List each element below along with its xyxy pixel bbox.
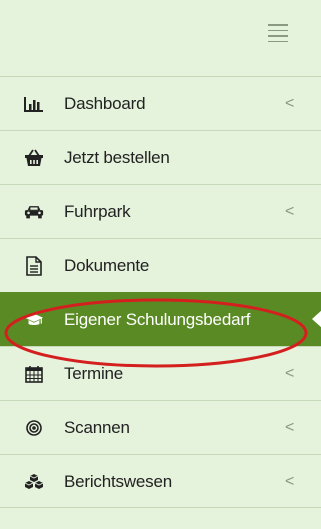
chevron-left-icon: < — [285, 95, 295, 112]
sidebar-item-dashboard[interactable]: Dashboard < — [0, 76, 321, 130]
sidebar-item-label: Scannen — [64, 418, 130, 437]
sidebar: Dashboard < Jetzt bestellen Fuhrpark < D… — [0, 0, 321, 529]
sidebar-item-label: Eigener Schulungsbedarf — [64, 310, 251, 329]
sidebar-item-label: Dashboard — [64, 94, 146, 113]
sidebar-item-dokumente[interactable]: Dokumente — [0, 238, 321, 292]
document-icon — [24, 256, 44, 276]
sidebar-item-label: Berichtswesen — [64, 472, 172, 491]
basket-icon — [24, 148, 44, 168]
sidebar-item-label: Fuhrpark — [64, 202, 131, 221]
sidebar-item-scannen[interactable]: Scannen < — [0, 400, 321, 454]
calendar-icon — [24, 364, 44, 384]
target-icon — [24, 418, 44, 438]
active-indicator — [312, 310, 321, 328]
chevron-left-icon: < — [285, 419, 295, 436]
car-icon — [24, 202, 44, 222]
chevron-left-icon: < — [285, 365, 295, 382]
sidebar-item-label: Termine — [64, 364, 124, 383]
sidebar-menu: Dashboard < Jetzt bestellen Fuhrpark < D… — [0, 76, 321, 508]
sidebar-item-jetzt-bestellen[interactable]: Jetzt bestellen — [0, 130, 321, 184]
sidebar-header — [0, 0, 321, 76]
sidebar-item-label: Dokumente — [64, 256, 150, 275]
sidebar-item-label: Jetzt bestellen — [64, 148, 170, 167]
chevron-left-icon: < — [285, 203, 295, 220]
sidebar-item-fuhrpark[interactable]: Fuhrpark < — [0, 184, 321, 238]
bar-chart-icon — [24, 94, 44, 114]
cubes-icon — [24, 472, 44, 492]
sidebar-item-termine[interactable]: Termine < — [0, 346, 321, 400]
sidebar-item-eigener-schulungsbedarf[interactable]: Eigener Schulungsbedarf — [0, 292, 321, 346]
chevron-left-icon: < — [285, 473, 295, 490]
graduation-cap-icon — [24, 310, 44, 330]
sidebar-item-berichtswesen[interactable]: Berichtswesen < — [0, 454, 321, 508]
hamburger-menu-icon[interactable] — [268, 24, 288, 42]
